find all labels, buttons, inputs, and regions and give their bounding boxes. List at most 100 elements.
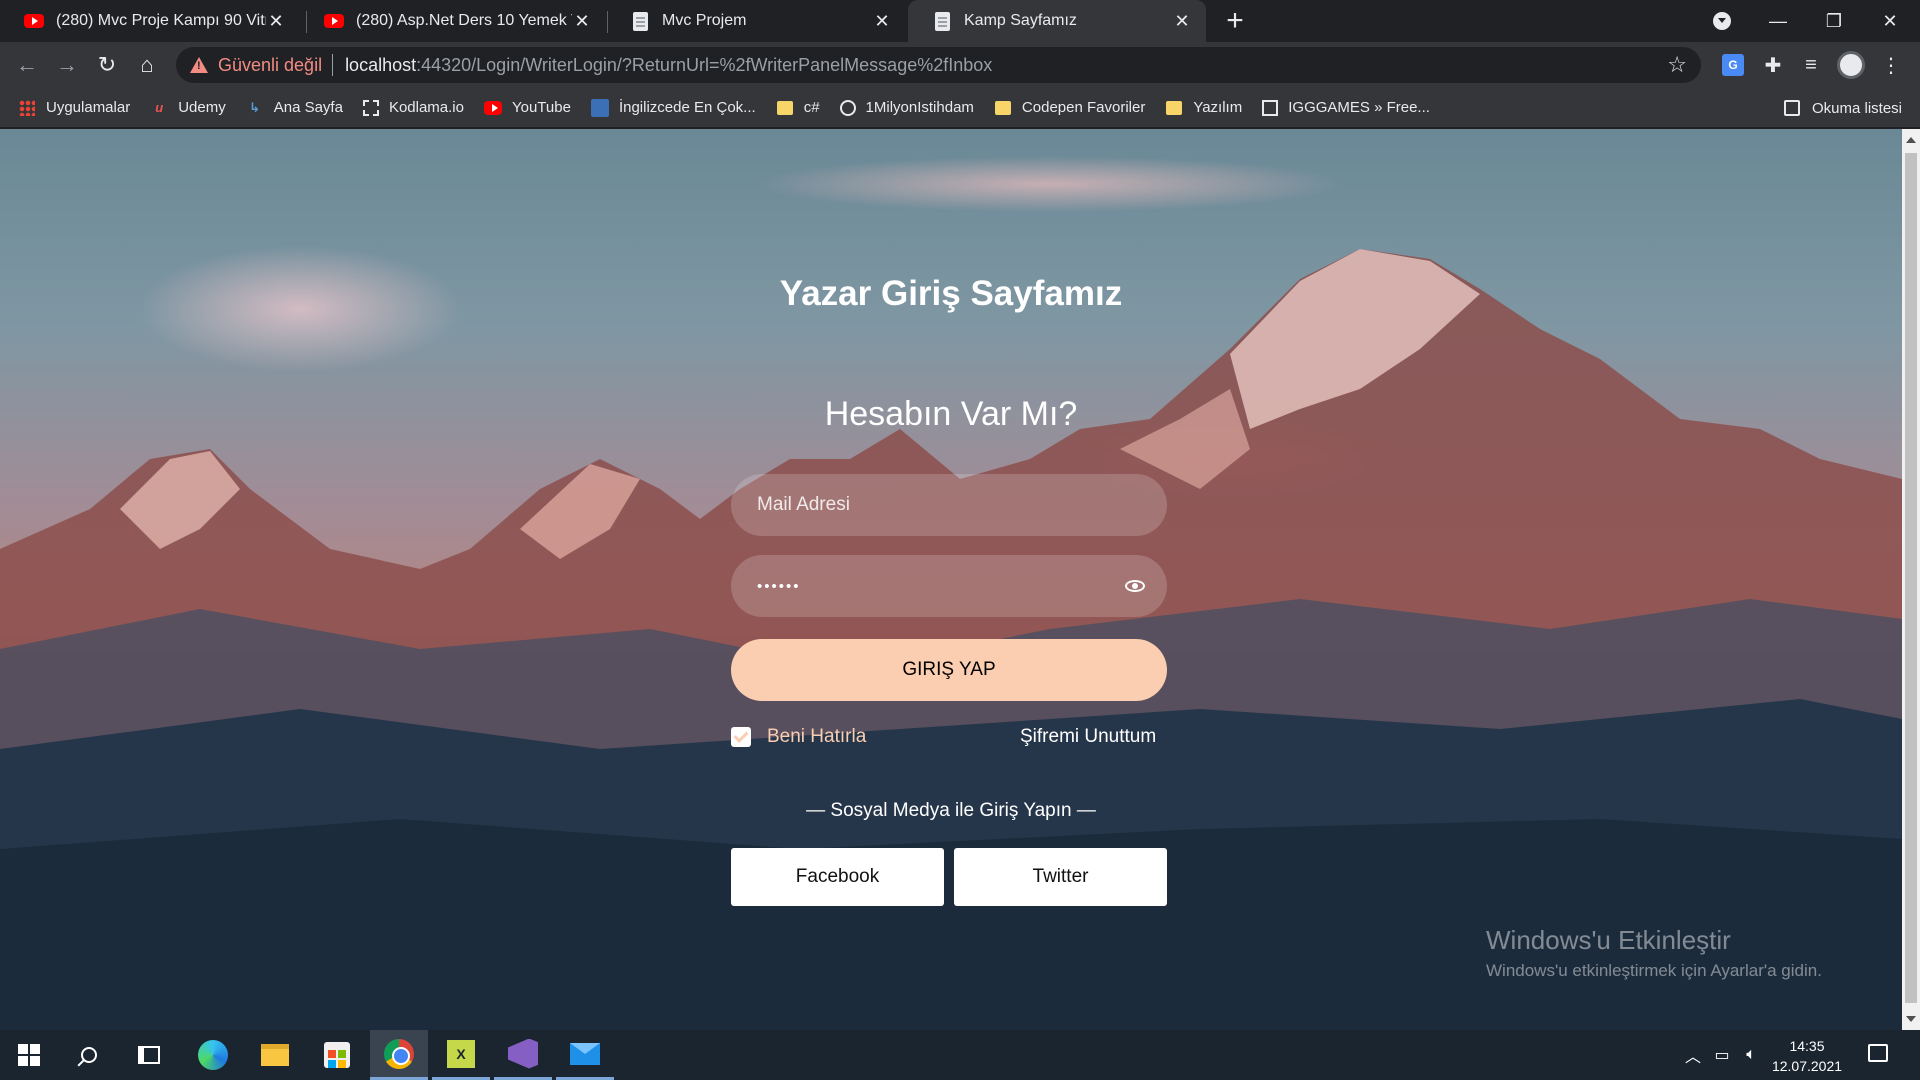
store-icon[interactable] [308, 1030, 366, 1080]
close-window-icon[interactable]: ✕ [1862, 0, 1918, 42]
browser-toolbar: ← → ↻ ⌂ Güvenli değil localhost :44320/L… [0, 42, 1920, 88]
page-title: Yazar Giriş Sayfamız [779, 274, 1123, 313]
file-explorer-icon[interactable] [246, 1030, 304, 1080]
restore-icon[interactable]: ❐ [1806, 0, 1862, 42]
tab-kamp-sayfamiz[interactable]: Kamp Sayfamız ✕ [908, 0, 1206, 42]
email-input[interactable] [731, 474, 1167, 536]
back-arrow-icon[interactable]: ← [12, 50, 42, 80]
clock-time: 14:35 [1789, 1038, 1825, 1054]
kodlama-icon [362, 99, 379, 116]
bookmark-label: Uygulamalar [46, 99, 131, 116]
document-icon [932, 11, 952, 31]
battery-icon[interactable]: ▭ [1708, 1030, 1736, 1080]
folder-icon [776, 99, 794, 117]
scroll-up-arrow-icon[interactable] [1906, 137, 1916, 143]
search-icon[interactable] [60, 1030, 118, 1080]
menu-kebab-icon[interactable]: ⋮ [1876, 50, 1906, 80]
show-hidden-icons-chevron-icon[interactable]: ︿ [1680, 1030, 1706, 1080]
windows-activation-subtitle: Windows'u etkinleştirmek için Ayarlar'a … [1486, 961, 1822, 980]
url-path[interactable]: :44320/Login/WriterLogin/?ReturnUrl=%2fW… [416, 55, 992, 76]
address-bar[interactable]: Güvenli değil localhost :44320/Login/Wri… [176, 47, 1701, 83]
reading-list-label: Okuma listesi [1811, 99, 1902, 117]
reload-icon[interactable]: ↻ [92, 50, 122, 80]
social-login-label: — Sosyal Medya ile Giriş Yapın — [806, 800, 1096, 821]
tab-search-icon[interactable] [1694, 0, 1750, 42]
bookmark-igggames[interactable]: IGGGAMES » Free... [1262, 99, 1430, 116]
bookmark-label: c# [803, 99, 820, 116]
chrome-icon[interactable] [370, 1030, 428, 1080]
bookmark-label: İngilizcede En Çok... [618, 99, 756, 116]
bookmark-youtube[interactable]: YouTube [483, 99, 571, 117]
remember-label[interactable]: Beni Hatırla [767, 726, 866, 748]
edge-icon[interactable] [184, 1030, 242, 1080]
profile-avatar[interactable] [1836, 50, 1866, 80]
bookmark-label: YouTube [511, 99, 571, 116]
volume-icon[interactable]: 🔈︎ [1738, 1030, 1764, 1080]
warning-icon[interactable] [190, 57, 208, 73]
media-control-icon[interactable]: ≡ [1796, 50, 1826, 80]
bookmark-label: Yazılım [1193, 99, 1243, 116]
bookmark-ana-sayfa[interactable]: ↳ Ana Sayfa [246, 99, 343, 117]
windows-start-icon[interactable] [0, 1030, 58, 1080]
security-status[interactable]: Güvenli değil [218, 55, 322, 76]
bookmark-label: 1MilyonIstihdam [865, 99, 974, 116]
tab-aspnet-ders[interactable]: (280) Asp.Net Ders 10 Yemek Tari ✕ [300, 0, 606, 42]
apps-grid-icon [18, 99, 36, 117]
tab-title: Mvc Projem [662, 12, 747, 29]
bookmark-1milyonistihdam[interactable]: 1MilyonIstihdam [839, 99, 974, 116]
bookmark-ingilizcede[interactable]: İngilizcede En Çok... [590, 98, 756, 117]
tab-close-icon[interactable]: ✕ [266, 11, 286, 32]
address-separator [332, 54, 334, 76]
reading-list-icon [1783, 100, 1800, 116]
mail-icon[interactable] [556, 1030, 614, 1080]
bookmark-folder-csharp[interactable]: c# [776, 99, 820, 117]
tab-mvc-projem[interactable]: Mvc Projem ✕ [606, 0, 906, 42]
remember-me[interactable]: Beni Hatırla [731, 726, 866, 748]
reading-list-button[interactable]: Okuma listesi [1783, 88, 1902, 128]
bookmark-star-icon[interactable]: ☆ [1667, 52, 1687, 78]
tab-title: (280) Asp.Net Ders 10 Yemek Tari [356, 12, 572, 29]
login-button[interactable]: GIRIŞ YAP [731, 639, 1167, 701]
home-icon[interactable]: ⌂ [132, 50, 162, 80]
forgot-password-link[interactable]: Şifremi Unuttum [1020, 726, 1156, 748]
extensions-puzzle-icon[interactable]: ✚ [1758, 50, 1788, 80]
bookmarks-bar: Uygulamalar u Udemy ↳ Ana Sayfa Kodlama.… [0, 88, 1920, 128]
facebook-button[interactable]: Facebook [731, 848, 944, 906]
forward-arrow-icon[interactable]: → [52, 50, 82, 80]
tab-close-icon[interactable]: ✕ [572, 11, 592, 32]
tab-close-icon[interactable]: ✕ [872, 11, 892, 32]
bookmark-label: IGGGAMES » Free... [1288, 99, 1430, 116]
bookmark-udemy[interactable]: u Udemy [150, 99, 226, 117]
folder-icon [994, 99, 1012, 117]
youtube-icon [483, 99, 502, 117]
password-input[interactable] [731, 555, 1167, 617]
bookmark-folder-yazilim[interactable]: Yazılım [1165, 99, 1242, 117]
globe-icon [839, 99, 856, 116]
bookmark-kodlama[interactable]: Kodlama.io [362, 99, 464, 116]
tab-title: (280) Mvc Proje Kampı 90 Vitrin 2 [56, 12, 266, 29]
show-password-eye-icon[interactable] [1125, 580, 1145, 592]
tab-title: Kamp Sayfamız [964, 12, 1077, 29]
sql-server-icon[interactable]: X [432, 1030, 490, 1080]
minimize-icon[interactable]: — [1750, 0, 1806, 42]
notification-center-icon[interactable] [1868, 1044, 1888, 1062]
twitter-button[interactable]: Twitter [954, 848, 1167, 906]
url-host[interactable]: localhost [345, 55, 416, 76]
bookmark-label: Ana Sayfa [273, 99, 343, 116]
bookmark-uygulamalar[interactable]: Uygulamalar [18, 99, 130, 117]
scroll-thumb[interactable] [1905, 153, 1917, 1003]
folder-icon [1165, 99, 1183, 117]
clock-date: 12.07.2021 [1771, 1058, 1843, 1074]
youtube-icon [324, 11, 344, 31]
google-translate-icon[interactable]: G [1718, 50, 1748, 80]
bookmark-folder-codepen[interactable]: Codepen Favoriler [994, 99, 1145, 117]
system-clock[interactable]: 14:35 12.07.2021 [1762, 1036, 1852, 1076]
new-tab-button[interactable]: + [1220, 0, 1250, 42]
task-view-icon[interactable] [120, 1030, 178, 1080]
scroll-down-arrow-icon[interactable] [1906, 1016, 1916, 1022]
tab-close-icon[interactable]: ✕ [1172, 11, 1192, 32]
vertical-scrollbar[interactable] [1902, 129, 1920, 1030]
visual-studio-icon[interactable] [494, 1030, 552, 1080]
tab-mvc-proje-kampi[interactable]: (280) Mvc Proje Kampı 90 Vitrin 2 ✕ [0, 0, 300, 42]
remember-checkbox[interactable] [731, 727, 751, 747]
